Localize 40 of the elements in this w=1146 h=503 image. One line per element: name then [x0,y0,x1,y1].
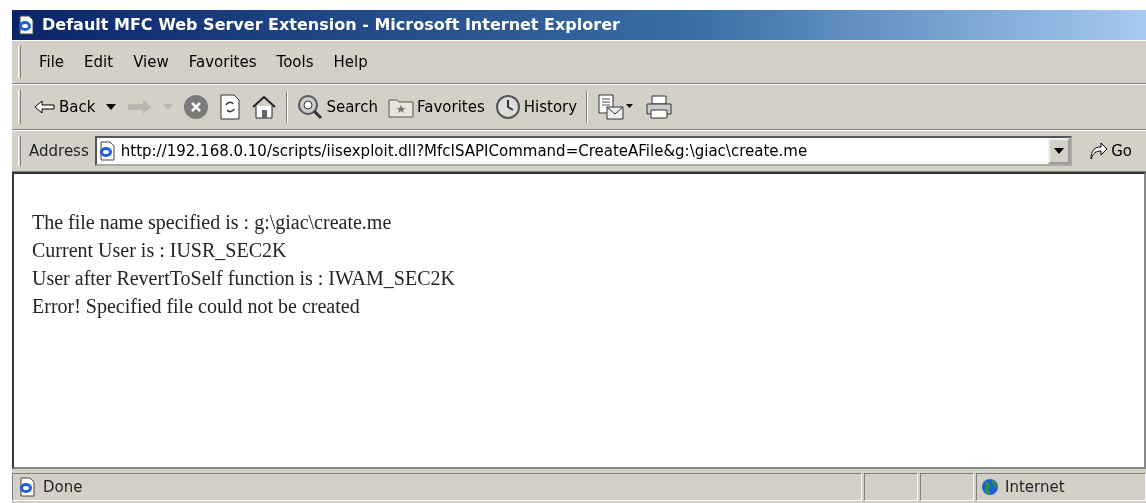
zone-text: Internet [1005,476,1065,498]
caret-icon [106,104,117,111]
clock-icon [494,94,521,120]
curved-arrow-icon [1088,141,1109,161]
refresh-icon [219,94,242,120]
page-text: The file name specified is : g:\giac\create.me [32,210,393,236]
folder-star-icon [387,96,414,118]
forward-arrow-icon [126,99,153,115]
globe-icon [981,478,999,496]
dropdown-button[interactable] [1048,138,1071,164]
ie-page-icon [17,477,37,497]
caret-icon [1054,148,1065,154]
mail-icon [597,93,636,121]
menu-item[interactable]: Tools [266,48,324,76]
menu-item[interactable]: Edit [74,48,124,76]
menu-item[interactable]: File [29,48,75,76]
caret-icon [163,104,174,111]
page-text: Error! Specified file could not be created [32,294,361,320]
search-icon [297,94,324,120]
home-icon [251,95,278,119]
address-field[interactable]: http://192.168.0.10/scripts/iisexploit.dll?MfcISAPICommand=CreateAFile&g:\giac\create.me [94,136,1073,166]
back-arrow-icon [34,99,56,115]
page-text: Current User is : IUSR_SEC2K [32,238,288,263]
page-text: User after RevertToSelf function is : IWAM_SEC2K [32,266,456,291]
menu-item[interactable]: View [123,48,179,76]
search-button[interactable]: Search [292,92,383,122]
menu-item[interactable]: Favorites [178,48,267,76]
status-pane [864,473,918,501]
printer-icon [645,95,674,119]
back-button[interactable]: Back [29,93,122,121]
favorites-button[interactable]: Favorites [382,93,490,121]
menu-item[interactable]: Help [323,48,378,76]
address-label: Address [29,140,89,162]
status-text: Done [43,476,83,498]
ie-page-icon [16,15,36,35]
status-pane [920,473,974,501]
go-button[interactable]: Go [1078,139,1146,163]
stop-icon [183,94,210,120]
history-button[interactable]: History [489,92,583,122]
window-title: Default MFC Web Server Extension - Microsoft Internet Explorer [42,14,620,36]
